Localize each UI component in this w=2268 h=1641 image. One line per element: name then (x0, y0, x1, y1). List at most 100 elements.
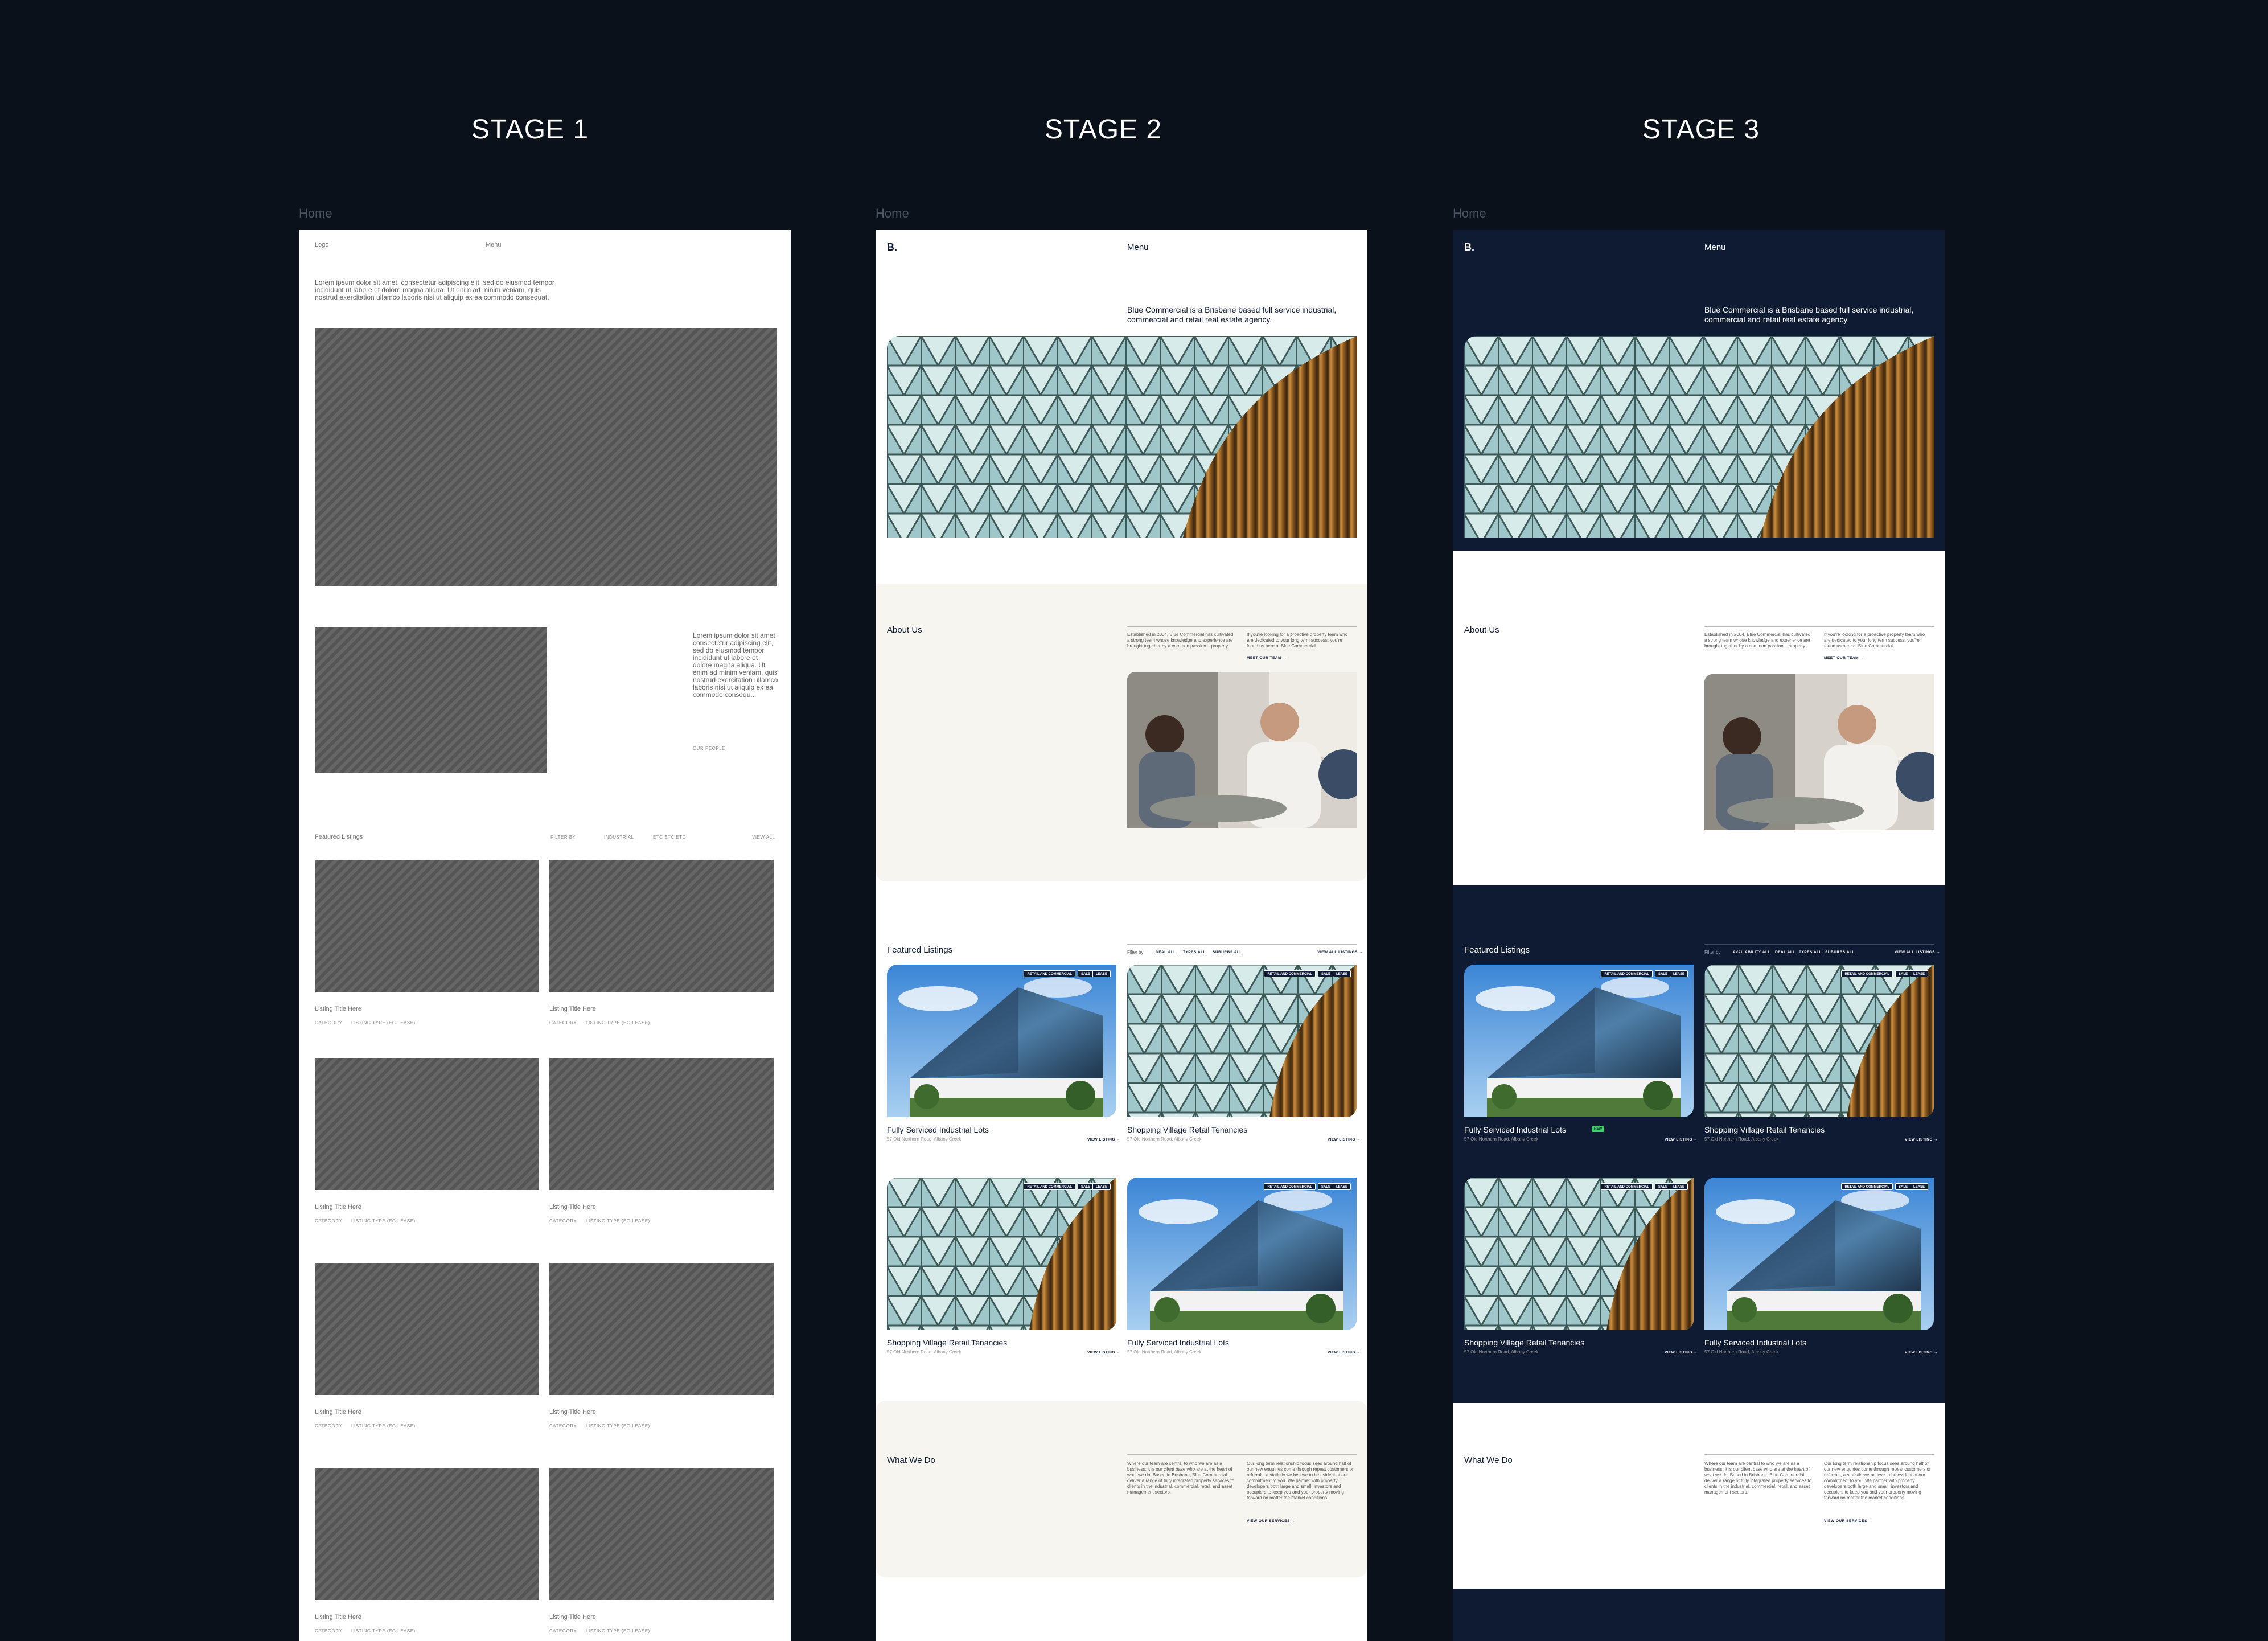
wireframe-frame: Logo Menu Lorem ipsum dolor sit amet, co… (299, 230, 791, 1641)
wf-listing-title-3[interactable]: Listing Title Here (315, 1204, 361, 1211)
s2-view-listing-4[interactable]: VIEW LISTING → (1328, 1351, 1361, 1355)
s3-what-col2: Our long term relationship focus sees ar… (1824, 1461, 1931, 1500)
wf-listing-category-4: CATEGORY (549, 1219, 577, 1224)
s2-view-listing-1[interactable]: VIEW LISTING → (1087, 1138, 1120, 1142)
s2-about-col2: If you're looking for a proactive proper… (1247, 632, 1348, 649)
s2-badge-lease-2: LEASE (1332, 970, 1351, 977)
wf-listing-type-6: LISTING TYPE (EG LEASE) (586, 1423, 650, 1429)
s2-listing-image-4[interactable]: RETAIL AND COMMERCIAL SALE LEASE (1127, 1178, 1357, 1330)
wf-listing-image-3[interactable] (315, 1058, 539, 1190)
s3-badge-retail-2: RETAIL AND COMMERCIAL (1841, 970, 1893, 977)
s3-tagline: Blue Commercial is a Brisbane based full… (1704, 305, 1914, 324)
s2-listing-address-2: 57 Old Northern Road, Albany Creek (1127, 1137, 1202, 1142)
s3-listing-title-1[interactable]: Fully Serviced Industrial Lots (1464, 1125, 1566, 1134)
s2-tagline: Blue Commercial is a Brisbane based full… (1127, 305, 1337, 324)
wf-listing-type-3: LISTING TYPE (EG LEASE) (351, 1219, 416, 1224)
s3-listing-address-4: 57 Old Northern Road, Albany Creek (1704, 1349, 1779, 1355)
s2-badge-retail-4: RETAIL AND COMMERCIAL (1264, 1183, 1316, 1190)
wf-listing-category-8: CATEGORY (549, 1628, 577, 1634)
s3-filter-availability[interactable]: AVAILABILITY ALL (1733, 950, 1770, 954)
s3-featured-rule (1704, 944, 1934, 945)
s3-logo[interactable]: B. (1464, 241, 1474, 253)
wf-listing-title-1[interactable]: Listing Title Here (315, 1006, 361, 1012)
wf-hero-placeholder (315, 328, 777, 586)
wf-listing-title-6[interactable]: Listing Title Here (549, 1409, 596, 1416)
wf-listing-category-2: CATEGORY (549, 1020, 577, 1025)
wf-listing-image-8[interactable] (549, 1468, 774, 1600)
s2-about-image (1127, 672, 1357, 828)
s3-filter-types[interactable]: TYPES ALL (1799, 950, 1822, 954)
s3-what-heading: What We Do (1464, 1455, 1513, 1465)
s3-meet-team-link[interactable]: MEET OUR TEAM → (1824, 656, 1864, 660)
s2-listing-title-3[interactable]: Shopping Village Retail Tenancies (887, 1338, 1007, 1347)
s3-listing-image-4[interactable]: RETAIL AND COMMERCIAL SALE LEASE (1704, 1178, 1934, 1330)
s3-filter-deal[interactable]: DEAL ALL (1775, 950, 1796, 954)
s2-view-listing-3[interactable]: VIEW LISTING → (1087, 1351, 1120, 1355)
stage-2-title: STAGE 2 (1044, 114, 1162, 145)
s2-listing-title-4[interactable]: Fully Serviced Industrial Lots (1127, 1338, 1229, 1347)
s2-listing-image-1[interactable]: RETAIL AND COMMERCIAL SALE LEASE (887, 965, 1116, 1117)
s2-view-all-listings[interactable]: VIEW ALL LISTINGS → (1317, 950, 1363, 954)
s3-view-listing-1[interactable]: VIEW LISTING → (1665, 1138, 1698, 1142)
s3-menu[interactable]: Menu (1704, 243, 1726, 252)
wf-about-text: Lorem ipsum dolor sit amet, consectetur … (693, 631, 778, 699)
wf-filter-etc[interactable]: ETC ETC ETC (653, 835, 686, 840)
s3-view-services-link[interactable]: VIEW OUR SERVICES → (1824, 1519, 1872, 1523)
s2-listing-title-2[interactable]: Shopping Village Retail Tenancies (1127, 1125, 1247, 1134)
s3-listing-image-2[interactable]: RETAIL AND COMMERCIAL SALE LEASE (1704, 965, 1934, 1117)
wf-menu[interactable]: Menu (486, 241, 502, 248)
s2-view-listing-2[interactable]: VIEW LISTING → (1328, 1138, 1361, 1142)
s2-meet-team-link[interactable]: MEET OUR TEAM → (1247, 656, 1287, 660)
s2-badge-sale-2: SALE (1317, 970, 1334, 977)
s2-listing-image-3[interactable]: RETAIL AND COMMERCIAL SALE LEASE (887, 1178, 1116, 1330)
wf-our-people-link[interactable]: OUR PEOPLE (693, 746, 725, 751)
s3-badge-sale-3: SALE (1654, 1183, 1671, 1190)
s3-about-heading: About Us (1464, 625, 1499, 635)
s2-filter-deal[interactable]: DEAL ALL (1156, 950, 1176, 954)
s2-about-heading: About Us (887, 625, 922, 635)
s2-listing-title-1[interactable]: Fully Serviced Industrial Lots (887, 1125, 989, 1134)
wf-listing-image-5[interactable] (315, 1263, 539, 1395)
s3-badge-lease-3: LEASE (1669, 1183, 1688, 1190)
s3-filter-suburbs[interactable]: SUBURBS ALL (1825, 950, 1855, 954)
s2-filter-suburbs[interactable]: SUBURBS ALL (1213, 950, 1242, 954)
wf-featured-heading: Featured Listings (315, 834, 363, 840)
s2-badge-retail-1: RETAIL AND COMMERCIAL (1024, 970, 1075, 977)
wf-view-all[interactable]: VIEW ALL (752, 835, 775, 840)
s2-menu[interactable]: Menu (1127, 243, 1149, 252)
wf-logo[interactable]: Logo (315, 241, 328, 248)
s3-listing-title-3[interactable]: Shopping Village Retail Tenancies (1464, 1338, 1584, 1347)
wf-listing-title-7[interactable]: Listing Title Here (315, 1614, 361, 1621)
wf-filter-industrial[interactable]: INDUSTRIAL (604, 835, 634, 840)
wf-listing-image-1[interactable] (315, 860, 539, 992)
s2-featured-rule (1127, 944, 1357, 945)
s3-view-listing-2[interactable]: VIEW LISTING → (1905, 1138, 1938, 1142)
wf-listing-title-2[interactable]: Listing Title Here (549, 1006, 596, 1012)
s3-listing-title-4[interactable]: Fully Serviced Industrial Lots (1704, 1338, 1806, 1347)
wf-listing-type-1: LISTING TYPE (EG LEASE) (351, 1020, 416, 1025)
s3-badge-sale-4: SALE (1895, 1183, 1911, 1190)
wf-listing-image-6[interactable] (549, 1263, 774, 1395)
s2-badge-lease-3: LEASE (1092, 1183, 1111, 1190)
wf-listing-image-4[interactable] (549, 1058, 774, 1190)
s3-listing-title-2[interactable]: Shopping Village Retail Tenancies (1704, 1125, 1825, 1134)
wf-listing-title-5[interactable]: Listing Title Here (315, 1409, 361, 1416)
s2-hero-image (887, 336, 1357, 538)
s3-view-listing-3[interactable]: VIEW LISTING → (1665, 1351, 1698, 1355)
s2-filter-types[interactable]: TYPES ALL (1183, 950, 1206, 954)
wf-listing-category-7: CATEGORY (315, 1628, 343, 1634)
s2-listing-image-2[interactable]: RETAIL AND COMMERCIAL SALE LEASE (1127, 965, 1357, 1117)
wf-listing-image-2[interactable] (549, 860, 774, 992)
s2-logo[interactable]: B. (887, 241, 897, 253)
s3-listing-image-1[interactable]: RETAIL AND COMMERCIAL SALE LEASE (1464, 965, 1694, 1117)
s3-badge-lease-1: LEASE (1669, 970, 1688, 977)
wf-listing-category-6: CATEGORY (549, 1423, 577, 1429)
wf-listing-title-8[interactable]: Listing Title Here (549, 1614, 596, 1621)
wf-listing-image-7[interactable] (315, 1468, 539, 1600)
s3-view-all-listings[interactable]: VIEW ALL LISTINGS → (1895, 950, 1940, 954)
s3-badge-lease-4: LEASE (1909, 1183, 1928, 1190)
wf-listing-title-4[interactable]: Listing Title Here (549, 1204, 596, 1211)
s3-view-listing-4[interactable]: VIEW LISTING → (1905, 1351, 1938, 1355)
s3-listing-image-3[interactable]: RETAIL AND COMMERCIAL SALE LEASE (1464, 1178, 1694, 1330)
s2-view-services-link[interactable]: VIEW OUR SERVICES → (1247, 1519, 1295, 1523)
